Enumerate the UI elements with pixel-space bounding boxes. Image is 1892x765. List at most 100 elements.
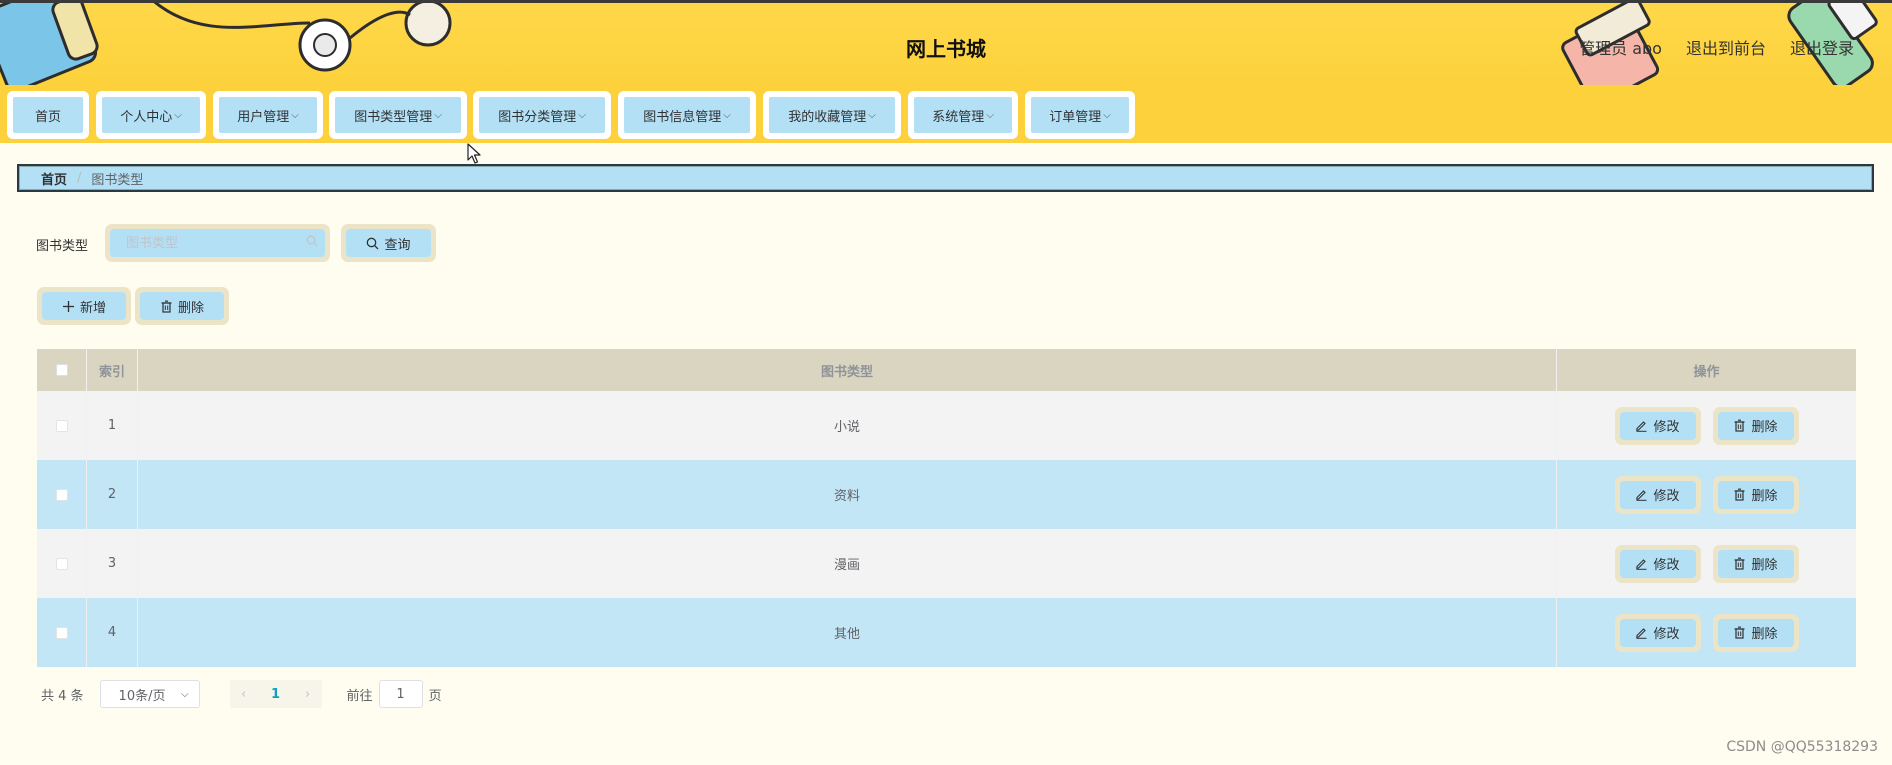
nav-item-label: 用户管理	[237, 109, 290, 125]
add-button[interactable]: 新增	[37, 287, 131, 325]
chevron-down-icon: ⌵	[868, 109, 876, 121]
nav-item-label: 图书信息管理	[643, 109, 722, 125]
logout-link[interactable]: 退出登录	[1790, 35, 1854, 59]
edit-button[interactable]: 修改	[1614, 613, 1701, 652]
nav-item-favorites-management[interactable]: 我的收藏管理 ⌵	[763, 91, 901, 139]
bulk-delete-button-label: 删除	[177, 300, 204, 316]
header-checkbox-cell	[37, 349, 87, 391]
edit-button[interactable]: 修改	[1614, 544, 1701, 583]
delete-button[interactable]: 删除	[1712, 475, 1799, 514]
header: 网上书城 管理员 abo 退出到前台 退出登录	[0, 3, 1892, 85]
nav-item-user-management[interactable]: 用户管理 ⌵	[213, 91, 323, 139]
chevron-down-icon: ⌵	[986, 109, 994, 121]
row-book-type: 漫画	[138, 529, 1557, 598]
pagination: 共 4 条 10条/页 ⌵ ‹ 1 › 前往 1 页	[41, 680, 442, 708]
row-index: 3	[87, 529, 138, 598]
total-count: 共 4 条	[41, 688, 84, 704]
page-size-value: 10条/页	[118, 688, 166, 704]
row-book-type: 资料	[138, 460, 1557, 529]
page-suffix: 页	[428, 688, 442, 704]
watermark: CSDN @QQ55318293	[1726, 739, 1878, 755]
nav-item-system-management[interactable]: 系统管理 ⌵	[908, 91, 1018, 139]
plus-icon	[62, 300, 74, 312]
row-index: 2	[87, 460, 138, 529]
query-button[interactable]: 查询	[341, 224, 436, 262]
delete-button[interactable]: 删除	[1712, 406, 1799, 445]
row-index: 4	[87, 598, 138, 667]
header-book-type: 图书类型	[138, 349, 1557, 391]
edit-button-label: 修改	[1653, 558, 1680, 573]
delete-button[interactable]: 删除	[1712, 544, 1799, 583]
nav-item-book-info-management[interactable]: 图书信息管理 ⌵	[618, 91, 756, 139]
search-field-wrapper	[105, 224, 330, 262]
bulk-delete-button[interactable]: 删除	[135, 287, 229, 325]
nav-item-order-management[interactable]: 订单管理 ⌵	[1025, 91, 1135, 139]
nav-item-label: 个人中心	[120, 109, 173, 125]
edit-button-label: 修改	[1653, 627, 1680, 642]
chevron-down-icon: ⌵	[291, 109, 299, 121]
search-icon	[306, 235, 318, 247]
nav-item-label: 我的收藏管理	[788, 109, 867, 125]
delete-button-label: 删除	[1751, 558, 1778, 573]
breadcrumb-current: 图书类型	[91, 172, 144, 188]
add-button-label: 新增	[79, 300, 106, 316]
breadcrumb-home[interactable]: 首页	[41, 169, 67, 188]
nav-item-label: 图书分类管理	[498, 109, 577, 125]
admin-label: 管理员 abo	[1579, 39, 1662, 58]
page-size-select[interactable]: 10条/页 ⌵	[99, 680, 200, 708]
table-row: 4 其他 修改 删除	[37, 598, 1856, 667]
nav-item-home[interactable]: 首页	[7, 91, 89, 139]
row-checkbox[interactable]	[55, 626, 68, 639]
edit-icon	[1636, 421, 1647, 432]
trash-icon	[1734, 419, 1745, 432]
row-index: 1	[87, 391, 138, 460]
goto-label: 前往	[346, 688, 373, 704]
next-page-icon[interactable]: ›	[294, 687, 322, 702]
nav-item-personal-center[interactable]: 个人中心 ⌵	[96, 91, 206, 139]
delete-button[interactable]: 删除	[1712, 613, 1799, 652]
select-all-checkbox[interactable]	[55, 364, 68, 376]
nav-item-label: 订单管理	[1049, 109, 1102, 125]
edit-button-label: 修改	[1653, 489, 1680, 504]
row-checkbox[interactable]	[55, 419, 68, 432]
breadcrumb: 首页 / 图书类型	[17, 164, 1874, 192]
current-page-number[interactable]: 1	[258, 687, 294, 702]
breadcrumb-separator: /	[77, 170, 82, 186]
trash-icon	[1734, 557, 1745, 570]
goto-page-input[interactable]: 1	[378, 680, 423, 708]
nav-item-label: 系统管理	[932, 109, 985, 125]
nav-item-book-type-management[interactable]: 图书类型管理 ⌵	[329, 91, 467, 139]
chevron-down-icon: ⌵	[174, 109, 182, 121]
row-checkbox[interactable]	[55, 557, 68, 570]
edit-icon	[1636, 490, 1647, 501]
query-button-label: 查询	[384, 237, 411, 253]
trash-icon	[1734, 488, 1745, 501]
page-navigation: ‹ 1 ›	[229, 680, 322, 708]
edit-button[interactable]: 修改	[1614, 406, 1701, 445]
row-book-type: 小说	[138, 391, 1557, 460]
delete-button-label: 删除	[1751, 489, 1778, 504]
row-book-type: 其他	[138, 598, 1557, 667]
edit-icon	[1636, 628, 1647, 639]
search-input[interactable]	[110, 229, 325, 257]
chevron-down-icon: ⌵	[180, 688, 189, 700]
search-label: 图书类型	[36, 239, 89, 254]
trash-icon	[1734, 626, 1745, 639]
book-type-table: 索引 图书类型 操作 1 小说 修改 删除 2 资料 修改 删除 3 漫画 修改…	[37, 349, 1856, 667]
row-checkbox[interactable]	[55, 488, 68, 501]
search-icon	[367, 237, 379, 249]
prev-page-icon[interactable]: ‹	[230, 687, 258, 702]
main-nav: 首页 个人中心 ⌵ 用户管理 ⌵ 图书类型管理 ⌵ 图书分类管理 ⌵ 图书信息管理 ⌵ 我…	[0, 85, 1892, 143]
trash-icon	[161, 300, 172, 313]
exit-to-front-link[interactable]: 退出到前台	[1686, 35, 1766, 59]
chevron-down-icon: ⌵	[723, 109, 731, 121]
chevron-down-icon: ⌵	[578, 109, 586, 121]
header-index: 索引	[87, 349, 138, 391]
nav-item-label: 首页	[34, 109, 61, 125]
edit-button[interactable]: 修改	[1614, 475, 1701, 514]
mouse-cursor-icon	[467, 143, 481, 164]
chevron-down-icon: ⌵	[1103, 109, 1111, 121]
nav-item-book-category-management[interactable]: 图书分类管理 ⌵	[473, 91, 611, 139]
table-row: 3 漫画 修改 删除	[37, 529, 1856, 598]
edit-button-label: 修改	[1653, 420, 1680, 435]
